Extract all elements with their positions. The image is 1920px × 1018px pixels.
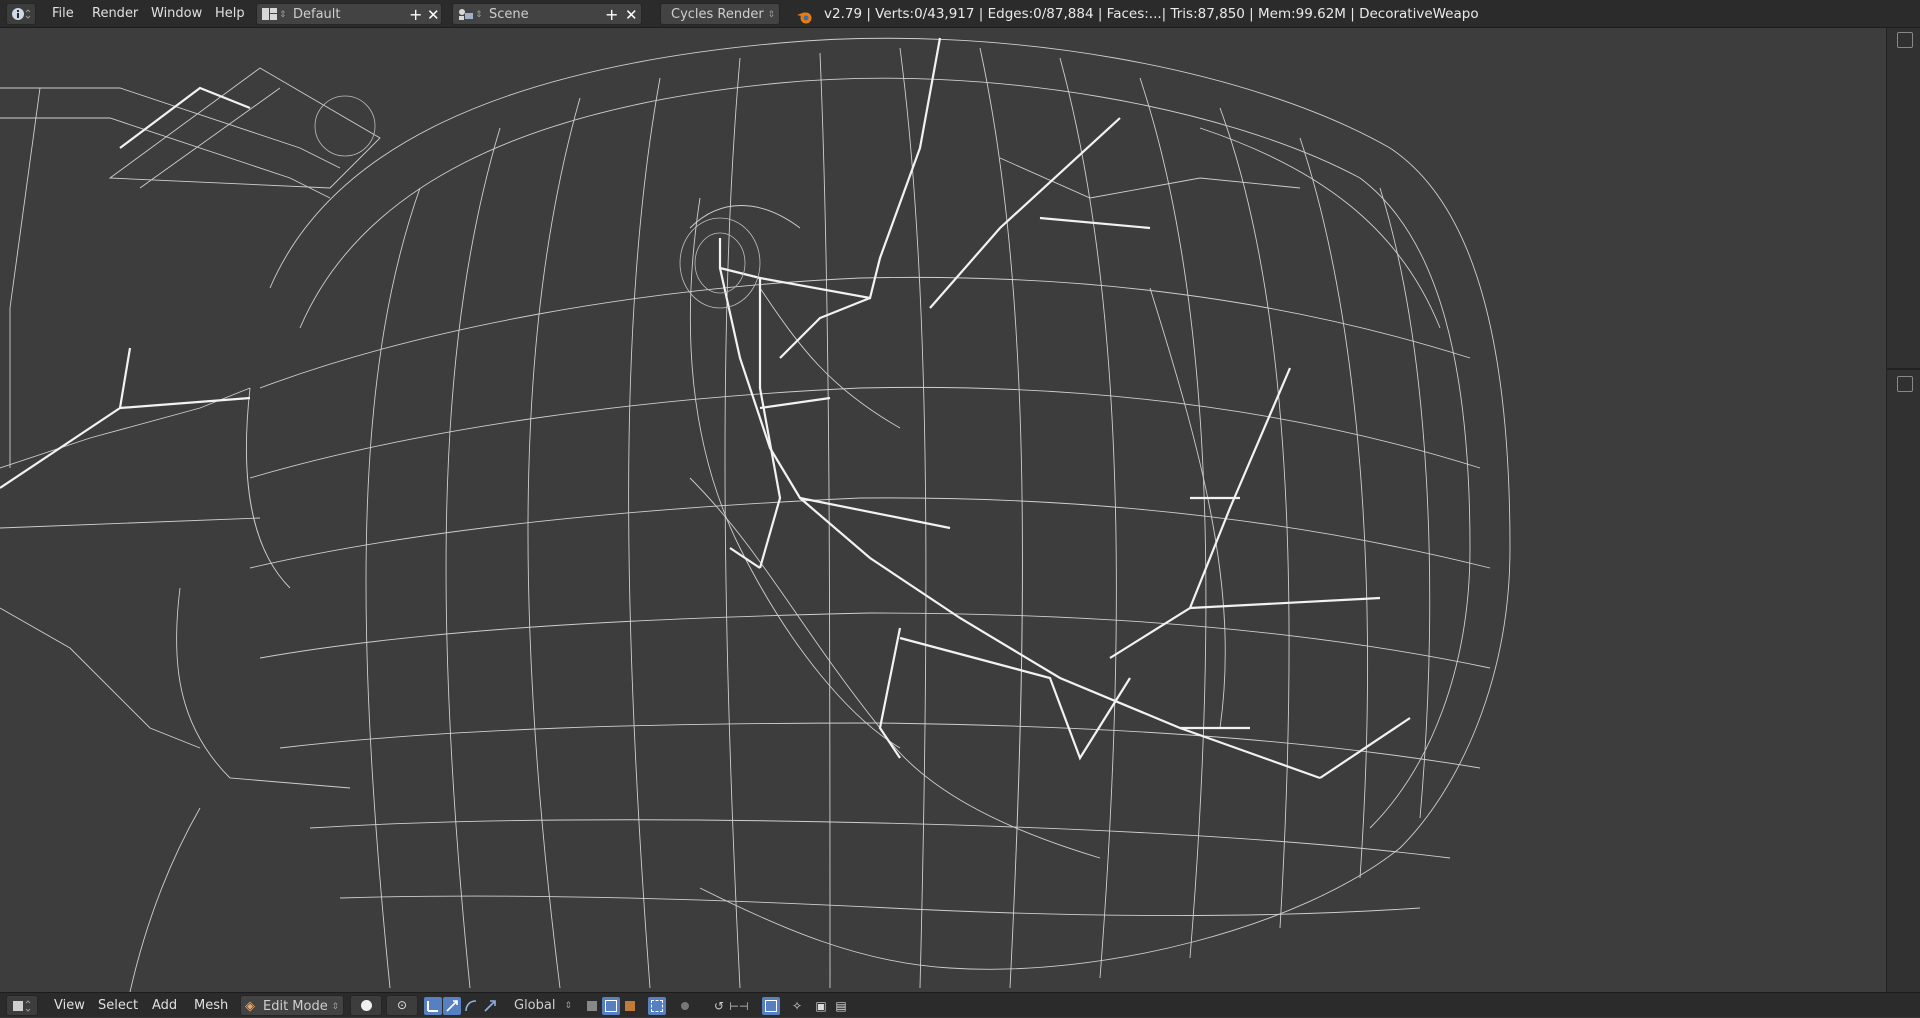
snap-icon: ↺ <box>713 998 725 1013</box>
proportional-edit-icon <box>681 1002 689 1010</box>
orientation-value: Global <box>514 998 556 1013</box>
scale-manipulator-button[interactable] <box>481 997 499 1015</box>
pivot-point-dropdown[interactable]: ⊙ <box>386 995 418 1016</box>
info-header: File Render Window Help Default ⇕ + ✕ Sc… <box>0 0 1920 28</box>
mesh-wireframe[interactable] <box>0 28 1886 992</box>
close-layout-icon[interactable]: ✕ <box>427 4 440 26</box>
menu-mesh[interactable]: Mesh <box>188 995 234 1016</box>
scale-arrow-icon <box>484 1000 496 1012</box>
snap-toggle-button[interactable]: ↺ <box>710 997 728 1015</box>
transform-orientation-dropdown[interactable]: Global ⇕ <box>504 995 576 1016</box>
proportional-edit-button[interactable] <box>676 997 694 1015</box>
snap-element-button[interactable]: ⊢⊣ <box>729 997 749 1015</box>
manipulator-toggle[interactable] <box>424 997 442 1015</box>
snap-target-icon <box>765 1000 777 1012</box>
clapper-icon: ▤ <box>835 998 847 1013</box>
panel-divider[interactable] <box>1887 368 1920 370</box>
menu-window[interactable]: Window <box>145 3 208 25</box>
chevron-updown-icon: ⇕ <box>475 10 483 20</box>
chevron-updown-icon: ⇕ <box>331 1002 339 1012</box>
menu-help[interactable]: Help <box>209 3 251 25</box>
menu-file[interactable]: File <box>46 3 80 25</box>
edit-mode-icon: ◈ <box>245 999 255 1014</box>
render-button[interactable]: ▣ <box>812 997 830 1015</box>
scene-selector[interactable]: Scene ⇕ + ✕ <box>452 3 642 25</box>
layer-cube-button[interactable] <box>583 997 601 1015</box>
snap-target-button[interactable] <box>762 997 780 1015</box>
rotate-arc-icon <box>465 1000 477 1012</box>
render-engine-dropdown[interactable]: Cycles Render ⇕ <box>660 3 780 25</box>
manipulator-icon <box>427 1001 438 1012</box>
render-engine-value: Cycles Render <box>671 7 764 22</box>
3d-view-header: View Select Add Mesh ◈ Edit Mode ⇕ ⊙ Glo… <box>0 992 1920 1017</box>
chevron-updown-icon: ⇕ <box>767 10 775 20</box>
limit-visible-icon <box>651 1000 663 1012</box>
cube-icon <box>587 1001 597 1011</box>
chevron-updown-icon: ⇕ <box>279 10 287 20</box>
scene-statistics: v2.79 | Verts:0/43,917 | Edges:0/87,884 … <box>824 6 1479 22</box>
mode-dropdown[interactable]: ◈ Edit Mode ⇕ <box>240 995 344 1016</box>
3d-view-icon <box>13 999 31 1012</box>
solid-shading-icon <box>360 1000 372 1011</box>
scene-value: Scene <box>489 7 529 22</box>
screen-layout-value: Default <box>293 7 341 22</box>
rotate-manipulator-button[interactable] <box>462 997 480 1015</box>
menu-render[interactable]: Render <box>86 3 144 25</box>
camera-icon: ▣ <box>815 998 827 1013</box>
vertex-select-icon <box>605 1000 617 1012</box>
add-layout-icon[interactable]: + <box>409 4 422 26</box>
viewport-shading-dropdown[interactable] <box>350 995 382 1016</box>
menu-add[interactable]: Add <box>146 995 183 1016</box>
face-select-icon <box>625 1001 635 1011</box>
face-select-button[interactable] <box>621 997 639 1015</box>
editor-type-button[interactable] <box>6 995 38 1016</box>
close-scene-icon[interactable]: ✕ <box>625 4 638 26</box>
translate-arrow-icon <box>446 1000 458 1012</box>
opengl-render-button[interactable]: ✧ <box>788 997 806 1015</box>
blender-logo-icon <box>797 12 812 24</box>
limit-selection-button[interactable] <box>648 997 666 1015</box>
scene-icon <box>459 9 473 20</box>
vertex-select-button[interactable] <box>602 997 620 1015</box>
translate-manipulator-button[interactable] <box>443 997 461 1015</box>
properties-region-edge <box>1886 28 1920 992</box>
snap-element-icon: ⊢⊣ <box>729 999 749 1013</box>
properties-toggle-icon[interactable] <box>1897 376 1913 392</box>
chevron-updown-icon: ⇕ <box>564 1001 572 1011</box>
add-scene-icon[interactable]: + <box>605 4 618 26</box>
pivot-icon: ⊙ <box>396 998 408 1012</box>
editor-type-button[interactable] <box>6 3 36 25</box>
render-animation-button[interactable]: ▤ <box>832 997 850 1015</box>
render-still-icon: ✧ <box>791 998 803 1013</box>
info-icon <box>12 8 31 20</box>
menu-select[interactable]: Select <box>92 995 144 1016</box>
mode-value: Edit Mode <box>263 999 328 1014</box>
screen-layout-icon <box>262 8 277 20</box>
tool-shelf-toggle-icon[interactable] <box>1897 32 1913 48</box>
menu-view[interactable]: View <box>48 995 91 1016</box>
3d-viewport[interactable] <box>0 28 1886 992</box>
screen-layout-selector[interactable]: Default ⇕ + ✕ <box>256 3 442 25</box>
